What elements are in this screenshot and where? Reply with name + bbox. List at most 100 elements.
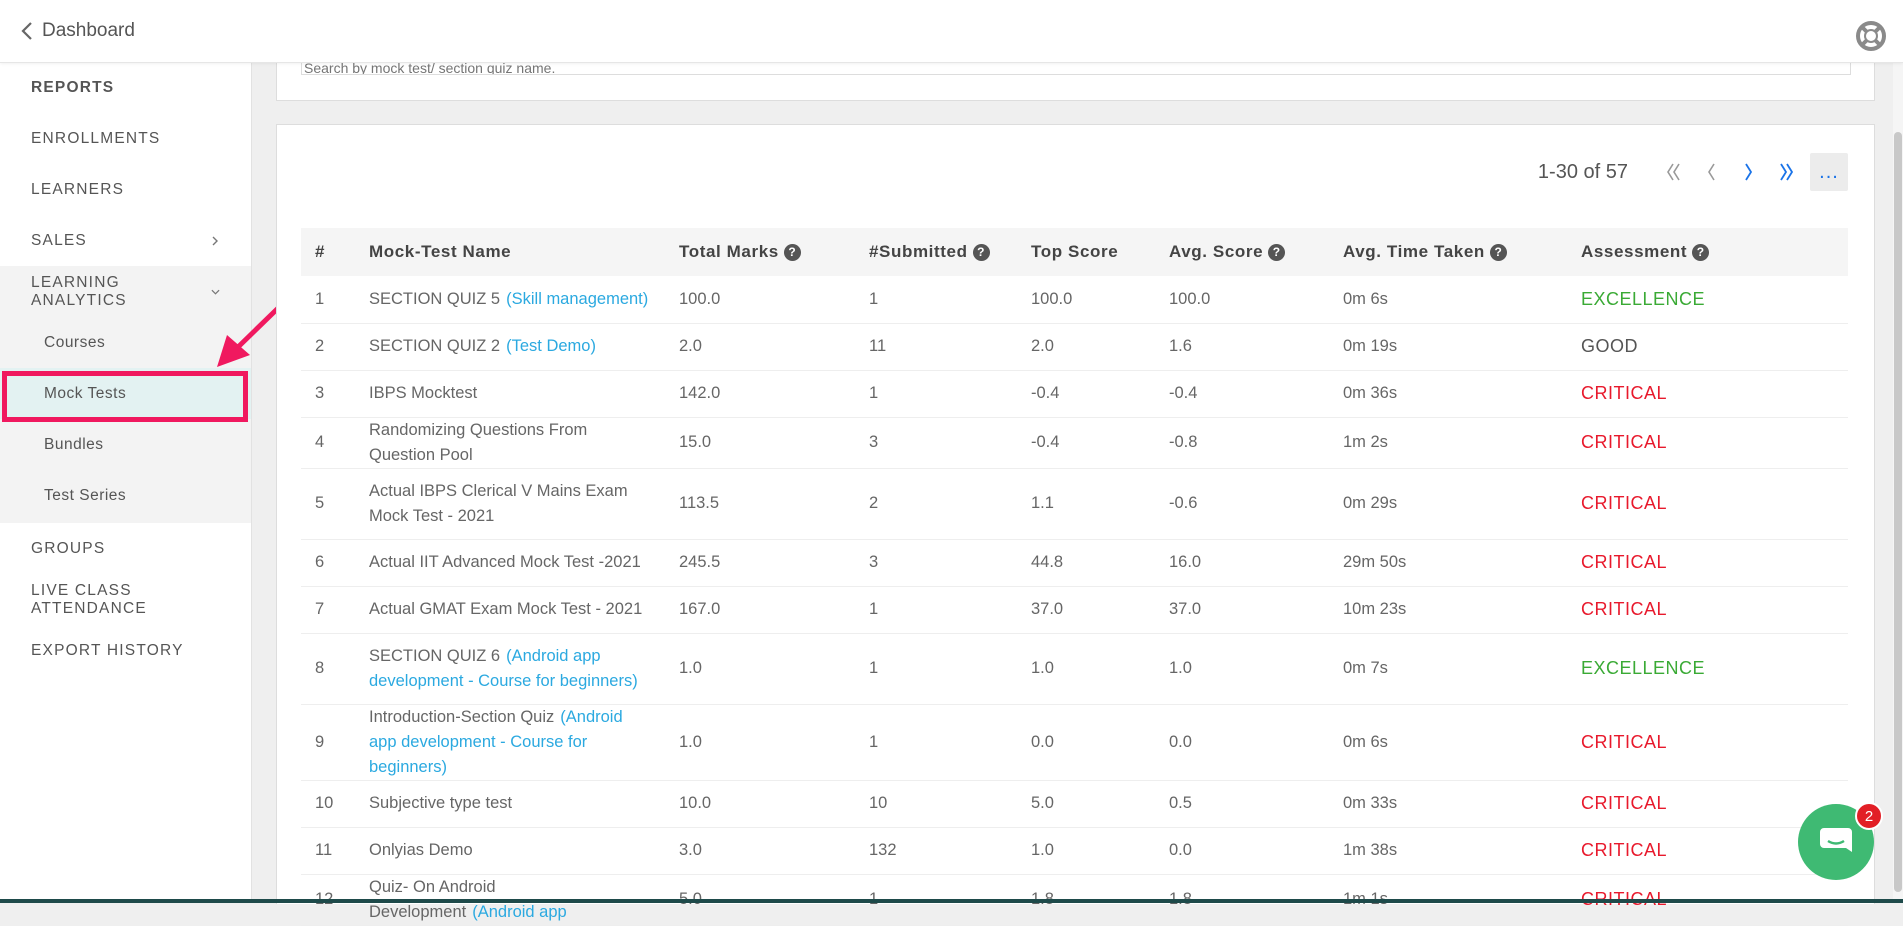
test-name: SECTION QUIZ 6 (Android app development -… xyxy=(355,633,665,705)
sidebar-item-live-class-attendance[interactable]: LIVE CLASS ATTENDANCE xyxy=(0,574,251,625)
test-name: SECTION QUIZ 5 (Skill management) xyxy=(355,276,665,324)
sidebar-item-export-history[interactable]: EXPORT HISTORY xyxy=(0,625,251,676)
sidebar-item-enrollments[interactable]: ENROLLMENTS xyxy=(0,113,251,164)
top-score-text: 1.1 xyxy=(1031,494,1054,512)
test-name-text[interactable]: Actual IBPS Clerical V Mains Exam Mock T… xyxy=(369,482,628,525)
help-question-icon[interactable]: ? xyxy=(972,244,990,262)
table-body: 1 SECTION QUIZ 5 (Skill management) 100.0 1 1… xyxy=(301,276,1848,926)
test-name-text[interactable]: Onlyias Demo xyxy=(369,841,473,859)
course-link[interactable]: (Test Demo) xyxy=(506,337,596,355)
total-marks-text: 1.0 xyxy=(679,659,702,677)
table-row[interactable]: 1 SECTION QUIZ 5 (Skill management) 100.0 1 1… xyxy=(301,276,1848,324)
test-name-text[interactable]: Randomizing Questions From Question Pool xyxy=(369,421,587,464)
table-row[interactable]: 7 Actual GMAT Exam Mock Test - 2021 167.0 1… xyxy=(301,586,1848,634)
course-link[interactable]: (Skill management) xyxy=(506,290,648,308)
help-question-icon[interactable]: ? xyxy=(1268,244,1286,262)
test-name-text[interactable]: Introduction-Section Quiz xyxy=(369,708,554,726)
pagination-info: 1-30 of 57 xyxy=(1537,160,1628,183)
submitted-count: 132 xyxy=(855,827,1017,875)
scrollbar-thumb[interactable] xyxy=(1894,132,1902,892)
sidebar-item-label: EXPORT HISTORY xyxy=(31,641,184,659)
top-score-text: 37.0 xyxy=(1031,600,1064,618)
submitted-count: 10 xyxy=(855,780,1017,828)
test-name-text[interactable]: Actual IIT Advanced Mock Test -2021 xyxy=(369,553,641,571)
next-page-button[interactable] xyxy=(1730,153,1768,191)
avg-time-taken-text: 1m 38s xyxy=(1343,841,1398,859)
sidebar-item-sales[interactable]: SALES xyxy=(0,215,251,266)
sidebar-item-reports[interactable]: REPORTS xyxy=(0,62,251,113)
sidebar-subitem-bundles[interactable]: Bundles xyxy=(0,419,251,470)
test-name: Actual IBPS Clerical V Mains Exam Mock T… xyxy=(355,468,665,540)
submitted-count: 11 xyxy=(855,323,1017,371)
test-name-text[interactable]: SECTION QUIZ 6 xyxy=(369,647,500,665)
back-to-dashboard-link[interactable]: Dashboard xyxy=(20,20,135,42)
column-header: Avg. Score? xyxy=(1155,228,1329,276)
search-card xyxy=(276,62,1875,101)
top-score-text: 2.0 xyxy=(1031,337,1054,355)
mock-tests-table: # Mock-Test Name Total Marks? #Submitted… xyxy=(301,228,1848,926)
column-header: Top Score xyxy=(1031,242,1119,261)
sidebar-subitem-courses[interactable]: Courses xyxy=(0,317,251,368)
help-question-icon[interactable]: ? xyxy=(1692,244,1710,262)
prev-page-button[interactable] xyxy=(1692,153,1730,191)
column-header: # xyxy=(315,242,326,261)
chevron-down-icon xyxy=(211,289,220,295)
sidebar-item-groups[interactable]: GROUPS xyxy=(0,523,251,574)
test-name-text[interactable]: SECTION QUIZ 2 xyxy=(369,337,500,355)
top-score-text: 1.0 xyxy=(1031,841,1054,859)
avg-score: -0.8 xyxy=(1155,417,1329,469)
more-options-button[interactable]: ... xyxy=(1810,153,1848,191)
avg-score: -0.6 xyxy=(1155,468,1329,540)
submitted-count: 1 xyxy=(855,370,1017,418)
row-number: 5 xyxy=(301,468,355,540)
top-bar: Dashboard xyxy=(0,0,1903,63)
status-badge: CRITICAL xyxy=(1581,731,1668,752)
table-row[interactable]: 3 IBPS Mocktest 142.0 1 -0.4 -0.4 0m 36s CRITIC… xyxy=(301,370,1848,418)
sidebar-subitem-mock-tests[interactable]: Mock Tests xyxy=(0,368,251,419)
course-link[interactable]: (Android app xyxy=(472,903,566,921)
help-question-icon[interactable]: ? xyxy=(783,244,801,262)
sidebar-item-learning-analytics[interactable]: LEARNING ANALYTICS xyxy=(0,266,251,317)
table-row[interactable]: 8 SECTION QUIZ 6 (Android app development … xyxy=(301,633,1848,705)
sidebar-subitem-test-series[interactable]: Test Series xyxy=(0,470,251,521)
status-badge: EXCELLENCE xyxy=(1581,658,1706,678)
assessment-status: CRITICAL xyxy=(1567,586,1848,634)
test-name-text[interactable]: Actual GMAT Exam Mock Test - 2021 xyxy=(369,600,642,618)
bottom-strip xyxy=(0,899,1903,903)
test-name: Actual IIT Advanced Mock Test -2021 xyxy=(355,539,665,587)
test-name-text[interactable]: SECTION QUIZ 5 xyxy=(369,290,500,308)
top-score: 5.0 xyxy=(1017,780,1155,828)
submitted-count-text: 1 xyxy=(869,384,879,402)
scrollbar[interactable] xyxy=(1893,62,1903,899)
sidebar-item-learners[interactable]: LEARNERS xyxy=(0,164,251,215)
total-marks: 100.0 xyxy=(665,276,855,324)
table-row[interactable]: 10 Subjective type test 10.0 10 5.0 0.5 0m 33s… xyxy=(301,780,1848,828)
top-score: -0.4 xyxy=(1017,417,1155,469)
avg-time-taken-text: 0m 29s xyxy=(1343,494,1398,512)
row-number-text: 10 xyxy=(315,794,334,812)
avg-score-text: 0.0 xyxy=(1169,732,1192,751)
table-row[interactable]: 9 Introduction-Section Quiz (Android app d… xyxy=(301,704,1848,781)
help-question-icon[interactable]: ? xyxy=(1489,244,1507,262)
avg-score-text: 1.6 xyxy=(1169,337,1192,355)
sidebar-item-label: ENROLLMENTS xyxy=(31,129,161,147)
test-name-text[interactable]: IBPS Mocktest xyxy=(369,384,477,402)
table-row[interactable]: 4 Randomizing Questions From Question Poo… xyxy=(301,417,1848,469)
test-name-text[interactable]: Subjective type test xyxy=(369,794,512,812)
assessment-status: CRITICAL xyxy=(1567,370,1848,418)
lifebuoy-help-icon[interactable] xyxy=(1855,20,1887,52)
submitted-count-text: 1 xyxy=(869,289,879,308)
table-row[interactable]: 11 Onlyias Demo 3.0 132 1.0 0.0 1m 38s CRITICAL xyxy=(301,827,1848,875)
table-row[interactable]: 2 SECTION QUIZ 2 (Test Demo) 2.0 11 2.0 1.6 0m … xyxy=(301,323,1848,371)
table-row[interactable]: 6 Actual IIT Advanced Mock Test -2021 245.… xyxy=(301,539,1848,587)
total-marks: 15.0 xyxy=(665,417,855,469)
table-row[interactable]: 5 Actual IBPS Clerical V Mains Exam Mock … xyxy=(301,468,1848,540)
avg-time-taken: 10m 23s xyxy=(1329,586,1567,634)
double-chevron-left-icon xyxy=(1667,163,1680,181)
total-marks-text: 15.0 xyxy=(679,433,712,451)
search-input[interactable] xyxy=(301,62,1851,75)
status-badge: CRITICAL xyxy=(1581,493,1668,513)
table-header-row: # Mock-Test Name Total Marks? #Submitted… xyxy=(301,228,1848,276)
last-page-button[interactable] xyxy=(1768,153,1806,191)
first-page-button[interactable] xyxy=(1654,153,1692,191)
